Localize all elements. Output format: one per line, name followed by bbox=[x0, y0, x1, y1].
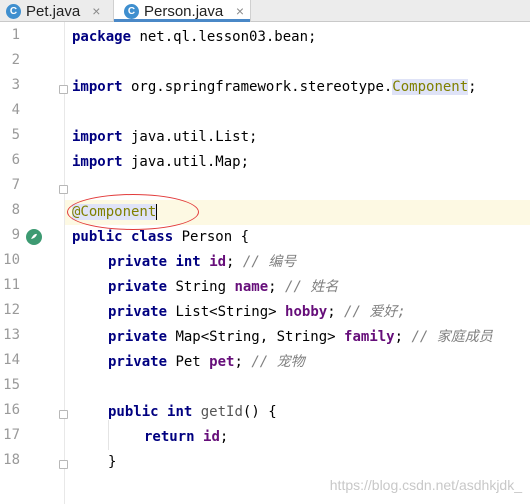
tab-person-java[interactable]: C Person.java × bbox=[113, 0, 251, 22]
code-line: return id; bbox=[144, 429, 229, 445]
line-number: 5 bbox=[11, 127, 20, 143]
fold-marker-icon[interactable] bbox=[59, 85, 68, 94]
close-icon[interactable]: × bbox=[92, 3, 100, 19]
line-number: 16 bbox=[3, 402, 20, 418]
line-number: 11 bbox=[3, 277, 20, 293]
close-icon[interactable]: × bbox=[236, 3, 244, 19]
line-number: 17 bbox=[3, 427, 20, 443]
code-line: import java.util.Map; bbox=[72, 154, 250, 170]
line-number: 2 bbox=[11, 52, 20, 68]
line-number: 7 bbox=[11, 177, 20, 193]
fold-marker-icon[interactable] bbox=[59, 410, 68, 419]
code-line: private Pet pet; // 宠物 bbox=[108, 354, 305, 370]
highlight-circle bbox=[67, 194, 199, 230]
code-line: public int getId() { bbox=[108, 404, 277, 420]
java-class-icon: C bbox=[124, 3, 139, 19]
line-number: 15 bbox=[3, 377, 20, 393]
line-number: 18 bbox=[3, 452, 20, 468]
code-line: import org.springframework.stereotype.Co… bbox=[72, 79, 477, 95]
line-number: 12 bbox=[3, 302, 20, 318]
line-number: 6 bbox=[11, 152, 20, 168]
line-number: 14 bbox=[3, 352, 20, 368]
line-number: 4 bbox=[11, 102, 20, 118]
indent-guide bbox=[108, 420, 109, 450]
line-number: 10 bbox=[3, 252, 20, 268]
tab-pet-java[interactable]: C Pet.java × bbox=[0, 0, 112, 22]
code-line: import java.util.List; bbox=[72, 129, 258, 145]
code-line: } bbox=[108, 454, 117, 470]
line-number: 9 bbox=[11, 227, 20, 243]
line-number: 1 bbox=[11, 27, 20, 43]
line-number-gutter[interactable]: 1 2 3 4 5 6 7 8 9 10 11 12 13 14 15 16 1… bbox=[0, 22, 68, 504]
tab-label: Person.java bbox=[144, 2, 224, 20]
line-number: 8 bbox=[11, 202, 20, 218]
code-line: package net.ql.lesson03.bean; bbox=[72, 29, 317, 45]
fold-marker-icon[interactable] bbox=[59, 460, 68, 469]
java-class-icon: C bbox=[6, 3, 21, 19]
code-line: private Map<String, String> family; // 家… bbox=[108, 329, 493, 345]
spring-bean-gutter-icon[interactable] bbox=[26, 229, 42, 245]
fold-marker-icon[interactable] bbox=[59, 185, 68, 194]
code-line: private List<String> hobby; // 爱好; bbox=[108, 304, 406, 320]
code-line: private int id; // 编号 bbox=[108, 254, 297, 270]
code-line: private String name; // 姓名 bbox=[108, 279, 339, 295]
editor-tab-bar: C Pet.java × C Person.java × bbox=[0, 0, 530, 22]
line-number: 13 bbox=[3, 327, 20, 343]
code-line: public class Person { bbox=[72, 229, 250, 245]
line-number: 3 bbox=[11, 77, 20, 93]
watermark: https://blog.csdn.net/asdhkjdk_ bbox=[329, 477, 522, 493]
tab-label: Pet.java bbox=[26, 2, 81, 20]
